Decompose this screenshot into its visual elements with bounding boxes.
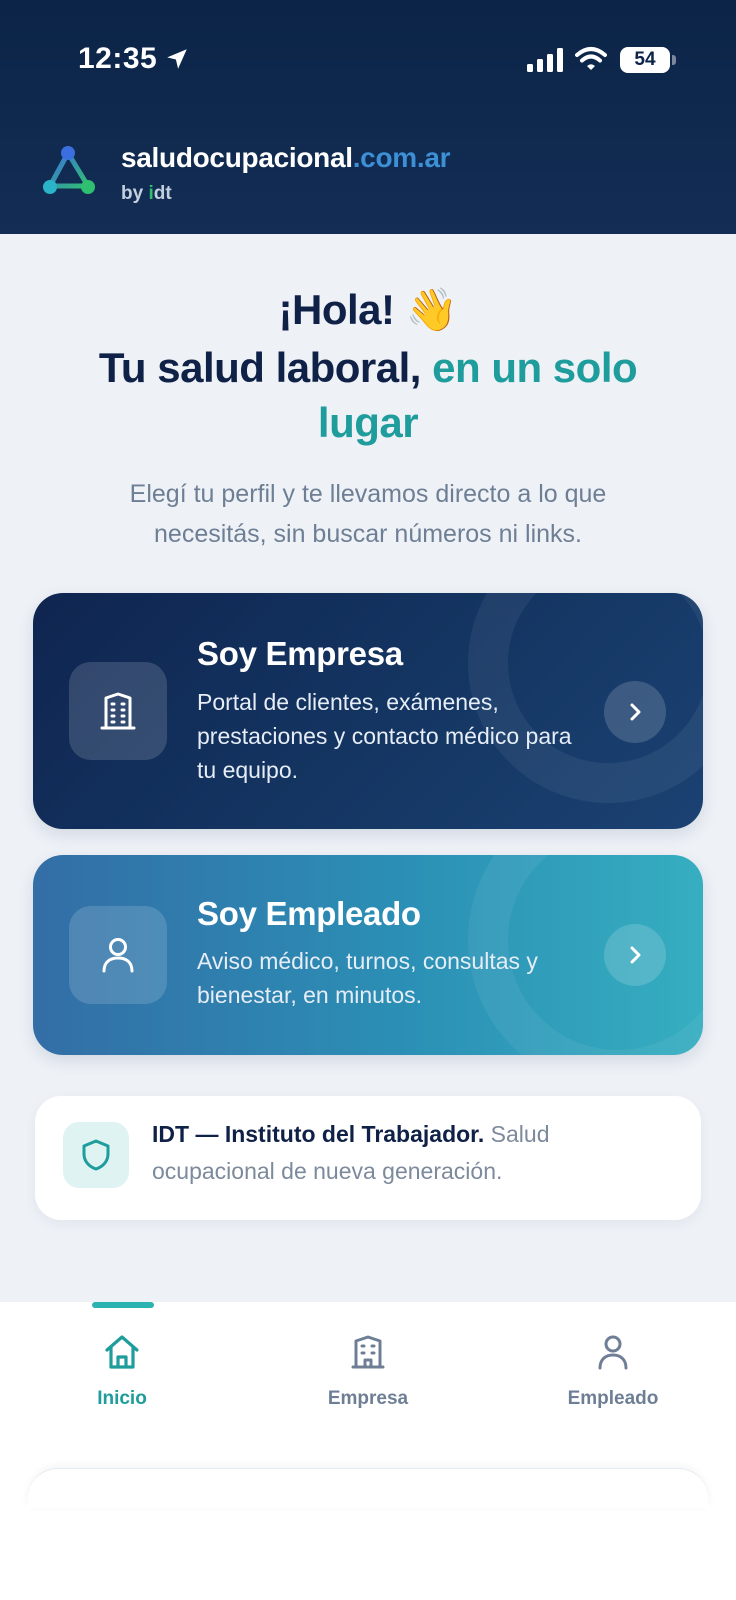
brand-name: saludocupacional.com.ar xyxy=(121,142,451,174)
active-tab-indicator xyxy=(92,1302,154,1308)
app-header: 12:35 54 saludocupacional.com.ar by idt xyxy=(0,0,736,234)
empleado-card-title: Soy Empleado xyxy=(197,895,421,932)
idt-info-strong: IDT — Instituto del Trabajador. xyxy=(152,1121,485,1147)
user-icon xyxy=(533,1330,693,1374)
brand-name-main: saludocupacional xyxy=(121,142,353,173)
empleado-card[interactable]: Soy Empleado Aviso médico, turnos, consu… xyxy=(33,855,703,1055)
tab-empresa-label: Empresa xyxy=(327,1388,409,1409)
empleado-card-description: Aviso médico, turnos, consultas y bienes… xyxy=(197,948,538,1008)
headline: Tu salud laboral, en un solo lugar xyxy=(60,340,676,450)
subtitle: Elegí tu perfil y te llevamos directo a … xyxy=(129,480,607,548)
wifi-icon xyxy=(575,46,607,77)
battery-percentage: 54 xyxy=(634,49,656,70)
bottom-sheet-edge xyxy=(28,1468,708,1508)
building-icon xyxy=(69,662,167,760)
idt-info-text: IDT — Instituto del Trabajador. Salud oc… xyxy=(152,1116,672,1190)
chevron-right-icon[interactable] xyxy=(604,681,666,743)
brand-domain: .com.ar xyxy=(352,142,451,173)
empresa-card[interactable]: Soy Empresa Portal de clientes, exámenes… xyxy=(33,593,703,829)
empresa-card-title: Soy Empresa xyxy=(197,635,403,672)
brand-logo-icon xyxy=(40,143,100,208)
location-arrow-icon xyxy=(164,46,190,77)
battery-indicator: 54 xyxy=(620,47,670,73)
chevron-right-icon[interactable] xyxy=(604,924,666,986)
battery-nub xyxy=(672,55,676,65)
user-icon xyxy=(69,906,167,1004)
home-icon xyxy=(42,1330,202,1374)
idt-info-card: IDT — Instituto del Trabajador. Salud oc… xyxy=(35,1096,701,1220)
building-icon xyxy=(288,1330,448,1374)
cellular-signal-icon xyxy=(527,48,563,77)
tab-empleado[interactable]: Empleado xyxy=(533,1330,693,1410)
shield-icon xyxy=(63,1122,129,1188)
brand-byline: by idt xyxy=(121,183,172,205)
tab-empleado-label: Empleado xyxy=(567,1388,659,1409)
headline-main: Tu salud laboral, xyxy=(98,344,433,391)
byline-by: by xyxy=(121,183,149,204)
empresa-card-description: Portal de clientes, exámenes, prestacion… xyxy=(197,689,572,783)
status-time: 12:35 xyxy=(78,42,158,75)
byline-dt: dt xyxy=(153,183,172,204)
status-bar: 12:35 54 xyxy=(0,0,736,120)
greeting: ¡Hola! 👋 xyxy=(278,286,458,333)
tab-empresa[interactable]: Empresa xyxy=(288,1330,448,1410)
bottom-tab-bar: Inicio Empresa Empleado xyxy=(0,1302,736,1468)
tab-inicio-label: Inicio xyxy=(97,1388,147,1409)
tab-inicio[interactable]: Inicio xyxy=(42,1330,202,1410)
